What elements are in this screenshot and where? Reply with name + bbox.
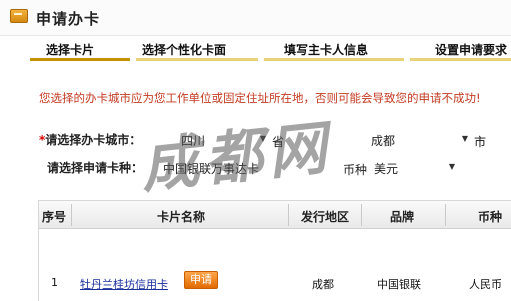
header-brand: 品牌 [390, 210, 415, 224]
card-type-value: 中国银联万事达卡 [163, 162, 260, 176]
table-row: 1 牡丹兰桂坊信用卡 申请 成都 中国银联 人民币 [39, 229, 511, 301]
province-suffix: 省 [272, 135, 285, 149]
city-select[interactable]: 成都 ▼ [366, 129, 472, 149]
row-brand: 中国银联 [377, 278, 421, 291]
step-select-card[interactable]: 选择卡片 [46, 41, 94, 58]
card-icon [10, 9, 28, 23]
column-divider [71, 204, 72, 226]
step-requirements[interactable]: 设置申请要求 [435, 41, 507, 58]
step-tabs: 选择卡片 选择个性化卡面 填写主卡人信息 设置申请要求 [0, 37, 511, 61]
card-name-link[interactable]: 牡丹兰桂坊信用卡 [80, 276, 168, 292]
city-label: *请选择办卡城市： [39, 133, 142, 147]
step-indicator-active [30, 58, 130, 61]
card-table: 序号 卡片名称 发行地区 品牌 币种 1 牡丹兰桂坊信用卡 申请 成都 中国银联… [38, 200, 511, 301]
step-card-face[interactable]: 选择个性化卡面 [142, 41, 226, 58]
page-title: 申请办卡 [36, 10, 101, 28]
header-region: 发行地区 [301, 210, 350, 224]
city-value: 成都 [371, 134, 396, 148]
step-indicator [264, 58, 404, 61]
header-index: 序号 [42, 210, 67, 224]
card-type-label: 请选择申请卡种： [47, 161, 144, 175]
page-header: 申请办卡 [0, 0, 511, 36]
column-divider [445, 204, 446, 226]
city-warning-notice: 您选择的办卡城市应为您工作单位或固定住址所在地，否则可能会导致您的申请不成功! [39, 91, 481, 105]
step-indicator [136, 58, 258, 61]
province-select[interactable]: 四川 ▼ [176, 129, 270, 149]
header-card-name: 卡片名称 [157, 210, 206, 224]
currency-select[interactable]: 美元 ▼ [369, 157, 459, 177]
table-header: 序号 卡片名称 发行地区 品牌 币种 [39, 201, 511, 229]
header-currency: 币种 [478, 210, 503, 224]
watermark: 成都网 [137, 113, 336, 201]
column-divider [361, 204, 362, 226]
currency-label: 币种 [343, 163, 368, 177]
currency-value: 美元 [374, 162, 399, 176]
row-index: 1 [51, 276, 58, 289]
chevron-down-icon: ▼ [259, 134, 266, 143]
step-holder-info[interactable]: 填写主卡人信息 [284, 41, 368, 58]
row-region: 成都 [312, 278, 334, 291]
chevron-down-icon: ▼ [461, 134, 468, 143]
row-currency: 人民币 [469, 278, 502, 291]
apply-button[interactable]: 申请 [184, 271, 218, 289]
step-indicator [410, 58, 511, 61]
province-value: 四川 [181, 134, 206, 148]
chevron-down-icon: ▼ [448, 162, 455, 171]
column-divider [288, 204, 289, 226]
card-type-select[interactable]: 中国银联万事达卡 [158, 157, 268, 177]
city-suffix: 市 [474, 135, 487, 149]
